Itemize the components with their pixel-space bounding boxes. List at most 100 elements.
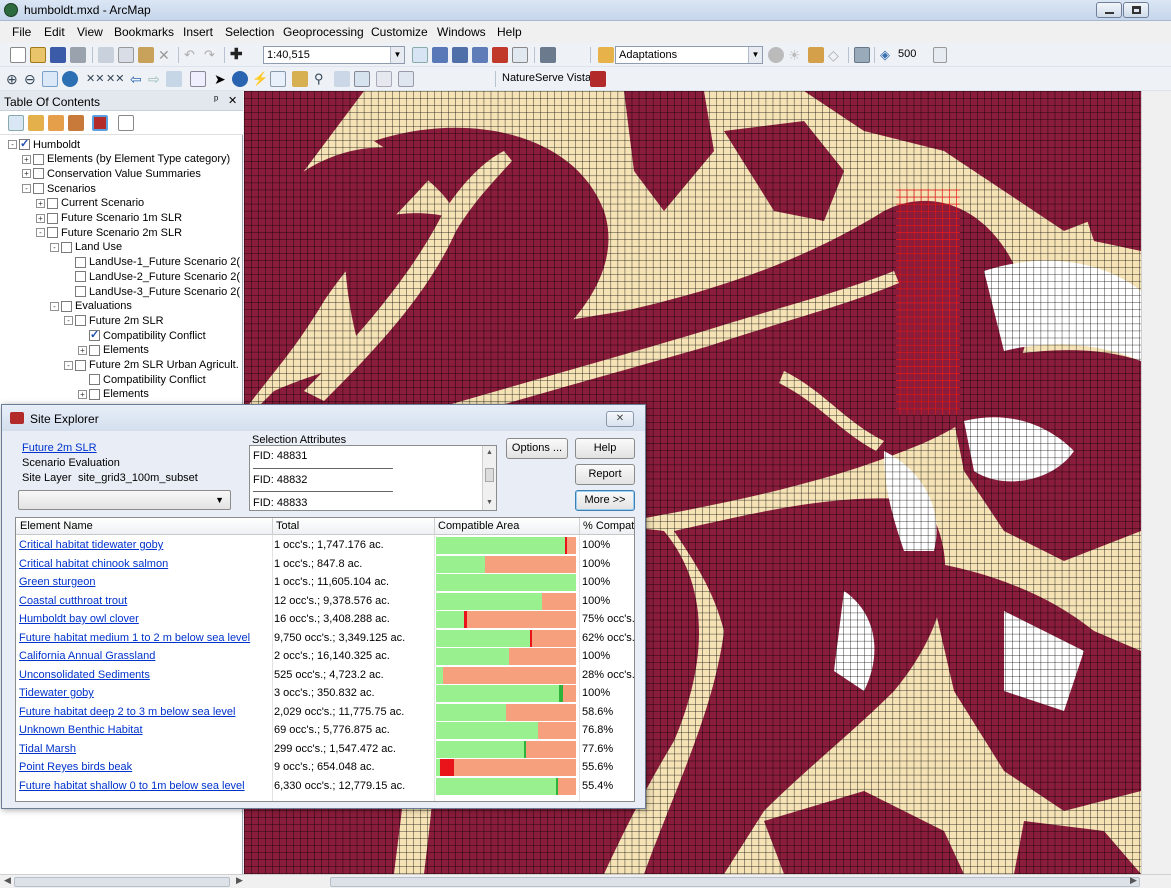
cut-icon[interactable] [98,47,114,63]
element-name-link[interactable]: Humboldt bay owl clover [19,613,139,625]
open-folder-icon[interactable] [30,47,46,63]
toc-layer-item[interactable]: + Future Scenario 1m SLR [36,211,182,226]
element-name-link[interactable]: Tidewater goby [19,687,94,699]
editor-toolbar-icon[interactable] [412,47,428,63]
copy-icon[interactable] [118,47,134,63]
toc-layer-item[interactable]: Compatibility Conflict [78,372,206,387]
table-row[interactable]: Point Reyes birds beak 9 occ's.; 654.048 … [16,758,634,777]
close-button[interactable]: ✕ [606,411,634,427]
collapse-icon[interactable]: - [50,242,59,252]
menu-selection[interactable]: Selection [225,25,274,39]
toc-layer-item[interactable]: - Future Scenario 2m SLR [36,225,182,240]
element-name-link[interactable]: Future habitat medium 1 to 2 m below sea… [19,632,250,644]
element-name-link[interactable]: Tidal Marsh [19,743,76,755]
element-name-link[interactable]: Coastal cutthroat trout [19,595,127,607]
minimize-button[interactable] [1096,2,1122,18]
layer-visibility-checkbox[interactable] [75,359,86,371]
table-row[interactable]: Coastal cutthroat trout 12 occ's.; 9,378.… [16,592,634,611]
toc-layer-item[interactable]: + Current Scenario [36,196,144,211]
layer-visibility-checkbox[interactable] [47,197,58,209]
attributes-scrollbar[interactable]: ▲ ▼ [482,446,496,510]
menu-insert[interactable]: Insert [183,25,213,39]
layer-visibility-checkbox[interactable] [19,137,30,150]
menu-windows[interactable]: Windows [437,25,486,39]
fixed-zoom-out-icon[interactable]: ✕✕ [106,71,124,87]
layer-visibility-checkbox[interactable] [89,374,100,386]
table-row[interactable]: Unknown Benthic Habitat 69 occ's.; 5,776.… [16,721,634,740]
table-row[interactable]: Critical habitat tidewater goby 1 occ's.;… [16,536,634,555]
menu-edit[interactable]: Edit [44,25,65,39]
element-name-link[interactable]: California Annual Grassland [19,650,155,662]
table-row[interactable]: California Annual Grassland 2 occ's.; 16,… [16,647,634,666]
list-by-source-icon[interactable] [28,115,44,131]
new-document-icon[interactable] [10,47,26,63]
column-percent-compatible[interactable]: % Compat [583,520,634,532]
site-layer-dropdown[interactable]: ▼ [18,490,231,510]
column-element-name[interactable]: Element Name [20,520,93,532]
evaluation-link[interactable]: Future 2m SLR [22,442,97,454]
options-icon[interactable] [118,115,134,131]
layer-visibility-checkbox[interactable] [75,315,86,327]
full-extent-icon[interactable] [62,71,78,87]
toc-layer-item[interactable]: LandUse-2_Future Scenario 2( [64,269,240,284]
table-row[interactable]: Humboldt bay owl clover 16 occ's.; 3,408.… [16,610,634,629]
table-row[interactable]: Tidewater goby 3 occ's.; 350.832 ac. 100% [16,684,634,703]
element-name-link[interactable]: Green sturgeon [19,576,95,588]
selected-site-cells[interactable] [896,189,960,415]
natureserve-vista-icon[interactable] [590,71,606,87]
collapse-icon[interactable]: - [64,316,73,326]
table-row[interactable]: Critical habitat chinook salmon 1 occ's.;… [16,555,634,574]
element-name-link[interactable]: Unconsolidated Sediments [19,669,150,681]
toc-layer-item[interactable]: - Humboldt [8,137,80,152]
spin-stepper[interactable] [933,47,947,63]
table-row[interactable]: Future habitat shallow 0 to 1m below sea… [16,777,634,796]
report-button[interactable]: Report [575,464,635,485]
menu-file[interactable]: File [12,25,31,39]
pin-icon[interactable]: ᵖ [214,94,218,106]
adaptations-layer-combo[interactable]: Adaptations ▼ [615,46,763,64]
html-popup-icon[interactable] [270,71,286,87]
layer-visibility-checkbox[interactable] [75,256,86,268]
layer-visibility-checkbox[interactable] [89,328,100,342]
column-compatible-area[interactable]: Compatible Area [438,520,519,532]
viewer-window-icon[interactable] [398,71,414,87]
expand-icon[interactable]: + [36,198,45,208]
layer-visibility-checkbox[interactable] [61,300,72,312]
table-row[interactable]: Future habitat medium 1 to 2 m below sea… [16,629,634,648]
zoom-out-icon[interactable]: ⊖ [24,71,40,87]
menu-help[interactable]: Help [497,25,522,39]
scroll-right-icon[interactable]: ▶ [236,875,243,886]
catalog-window-icon[interactable] [452,47,468,63]
element-name-link[interactable]: Critical habitat chinook salmon [19,558,168,570]
zoom-in-icon[interactable]: ⊕ [6,71,22,87]
select-elements-icon[interactable]: ➤ [214,71,230,87]
transparency-value[interactable]: 500 [898,48,916,60]
delete-icon[interactable]: ✕ [158,47,174,63]
layer-visibility-checkbox[interactable] [89,388,100,400]
horizontal-scrollbar[interactable]: ◀ ▶ ▶ [0,874,1171,888]
print-icon[interactable] [70,47,86,63]
menu-customize[interactable]: Customize [371,25,428,39]
expand-icon[interactable]: + [78,389,87,399]
options-button[interactable]: Options ... [506,438,568,459]
menu-view[interactable]: View [77,25,103,39]
table-row[interactable]: Future habitat deep 2 to 3 m below sea l… [16,703,634,722]
paste-icon[interactable] [138,47,154,63]
element-name-link[interactable]: Future habitat deep 2 to 3 m below sea l… [19,706,235,718]
select-features-icon[interactable] [166,71,182,87]
map-scroll-right-icon[interactable]: ▶ [1130,875,1137,886]
toc-layer-item[interactable]: Compatibility Conflict [78,328,206,343]
layer-visibility-checkbox[interactable] [75,286,86,297]
redo-icon[interactable]: ↷ [204,47,220,63]
toc-layer-item[interactable]: LandUse-1_Future Scenario 2( [64,255,240,270]
clear-selection-icon[interactable] [190,71,206,87]
brightness-icon[interactable]: ☀ [788,47,804,63]
collapse-icon[interactable]: - [50,301,59,311]
layer-visibility-checkbox[interactable] [33,183,44,195]
expand-icon[interactable]: + [78,345,87,355]
menu-bookmarks[interactable]: Bookmarks [114,25,174,39]
element-name-link[interactable]: Future habitat shallow 0 to 1m below sea… [19,780,245,792]
contrast-icon[interactable] [768,47,784,63]
undo-icon[interactable]: ↶ [184,47,200,63]
table-row[interactable]: Tidal Marsh 299 occ's.; 1,547.472 ac. 77.6… [16,740,634,759]
